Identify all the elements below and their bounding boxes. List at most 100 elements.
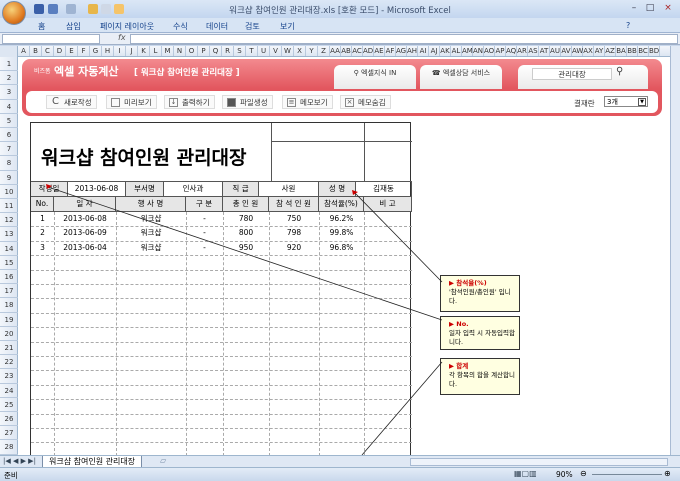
hide-memo-button[interactable]: × 메모숨김 (340, 95, 391, 109)
horizontal-scrollbar[interactable] (410, 458, 668, 466)
column-header[interactable]: AM (462, 46, 473, 56)
undo-icon[interactable] (48, 4, 58, 14)
column-header[interactable]: R (222, 46, 234, 56)
vertical-scrollbar[interactable] (670, 46, 680, 455)
table-cell[interactable]: 96.2% (319, 212, 364, 227)
column-header[interactable]: C (42, 46, 54, 56)
column-header[interactable]: F (78, 46, 90, 56)
table-cell[interactable] (364, 226, 412, 241)
column-header[interactable]: AV (561, 46, 572, 56)
select-all[interactable] (0, 46, 18, 57)
zoom-slider[interactable] (592, 474, 662, 475)
minimize-icon[interactable]: – (628, 3, 640, 14)
column-header[interactable]: H (102, 46, 114, 56)
column-header[interactable]: AP (495, 46, 506, 56)
tab-review[interactable]: 검토 (245, 21, 260, 32)
row-header[interactable]: 6 (0, 128, 18, 143)
column-header[interactable]: AQ (506, 46, 517, 56)
table-cell[interactable]: 2013-06-09 (54, 226, 116, 241)
column-header[interactable]: AG (396, 46, 407, 56)
row-header[interactable]: 13 (0, 227, 18, 242)
office-button[interactable] (2, 1, 26, 25)
column-header[interactable]: B (30, 46, 42, 56)
table-cell[interactable]: 798 (269, 226, 319, 241)
column-header[interactable]: M (162, 46, 174, 56)
column-header[interactable]: AA (330, 46, 341, 56)
row-header[interactable]: 1 (0, 57, 18, 72)
print-button[interactable]: ↓ 출력하기 (164, 95, 215, 109)
column-header[interactable]: V (270, 46, 282, 56)
close-icon[interactable]: × (662, 3, 674, 14)
zoom-out-icon[interactable]: ⊖ (580, 469, 587, 478)
row-header[interactable]: 16 (0, 270, 18, 285)
table-cell[interactable]: 2013-06-04 (54, 241, 116, 256)
table-cell[interactable]: 920 (269, 241, 319, 256)
table-cell[interactable]: 워크샵 (116, 226, 186, 241)
column-header[interactable]: AZ (605, 46, 616, 56)
column-header[interactable]: P (198, 46, 210, 56)
zoom-level[interactable]: 90% (556, 470, 573, 479)
column-header[interactable]: AH (407, 46, 418, 56)
table-cell[interactable]: 워크샵 (116, 212, 186, 227)
zoom-in-icon[interactable]: ⊕ (664, 469, 671, 478)
column-header[interactable]: D (54, 46, 66, 56)
column-header[interactable]: L (150, 46, 162, 56)
column-header[interactable]: I (114, 46, 126, 56)
column-header[interactable]: AX (583, 46, 594, 56)
column-header[interactable]: AD (363, 46, 374, 56)
table-cell[interactable]: - (186, 212, 223, 227)
column-header[interactable]: AJ (429, 46, 440, 56)
column-header[interactable]: AY (594, 46, 605, 56)
column-header[interactable]: AS (528, 46, 539, 56)
column-header[interactable]: A (18, 46, 30, 56)
table-cell[interactable]: 800 (223, 226, 269, 241)
row-header[interactable]: 20 (0, 327, 18, 341)
row-header[interactable]: 8 (0, 156, 18, 171)
table-cell[interactable]: 96.8% (319, 241, 364, 256)
create-file-button[interactable]: 파일생성 (222, 95, 273, 109)
row-header[interactable]: 7 (0, 142, 18, 157)
row-header[interactable]: 17 (0, 284, 18, 299)
column-header[interactable]: O (186, 46, 198, 56)
fx-icon[interactable]: fx (118, 33, 126, 42)
tab-formulas[interactable]: 수식 (173, 21, 188, 32)
preview-button[interactable]: 미리보기 (106, 95, 157, 109)
table-cell[interactable]: - (186, 241, 223, 256)
row-header[interactable]: 5 (0, 114, 18, 128)
row-header[interactable]: 18 (0, 298, 18, 313)
tab-excel-knowledge[interactable]: ⚲ 엑셀지식 IN (334, 65, 416, 89)
column-header[interactable]: BA (616, 46, 627, 56)
chevron-down-icon[interactable]: ▼ (638, 98, 646, 106)
column-header[interactable]: BC (638, 46, 649, 56)
column-header[interactable]: J (126, 46, 138, 56)
row-header[interactable]: 14 (0, 242, 18, 256)
row-header[interactable]: 19 (0, 313, 18, 327)
column-header[interactable]: AU (550, 46, 561, 56)
row-header[interactable]: 3 (0, 85, 18, 100)
column-header[interactable]: BB (627, 46, 638, 56)
row-header[interactable]: 28 (0, 440, 18, 455)
column-header[interactable]: AT (539, 46, 550, 56)
column-header[interactable]: AC (352, 46, 363, 56)
table-cell[interactable]: 1 (31, 212, 54, 227)
row-header[interactable]: 24 (0, 384, 18, 398)
row-header[interactable]: 10 (0, 185, 18, 199)
table-cell[interactable]: 750 (269, 212, 319, 227)
row-header[interactable]: 12 (0, 213, 18, 228)
column-header[interactable]: W (282, 46, 294, 56)
table-cell[interactable]: 워크샵 (116, 241, 186, 256)
select-icon[interactable] (114, 4, 124, 14)
row-header[interactable]: 21 (0, 341, 18, 356)
tab-view[interactable]: 보기 (280, 21, 295, 32)
column-header[interactable]: N (174, 46, 186, 56)
redo-icon[interactable] (66, 4, 76, 14)
table-cell[interactable]: 780 (223, 212, 269, 227)
row-header[interactable]: 2 (0, 71, 18, 86)
tab-page-layout[interactable]: 페이지 레이아웃 (100, 21, 154, 32)
approval-select[interactable]: 3개 ▼ (604, 96, 648, 107)
open-icon[interactable] (88, 4, 98, 14)
sheet-nav-icons[interactable]: |◀ ◀ ▶ ▶| (3, 457, 36, 465)
table-cell[interactable]: 950 (223, 241, 269, 256)
search-icon[interactable]: ⚲ (616, 66, 623, 77)
table-cell[interactable]: - (186, 226, 223, 241)
